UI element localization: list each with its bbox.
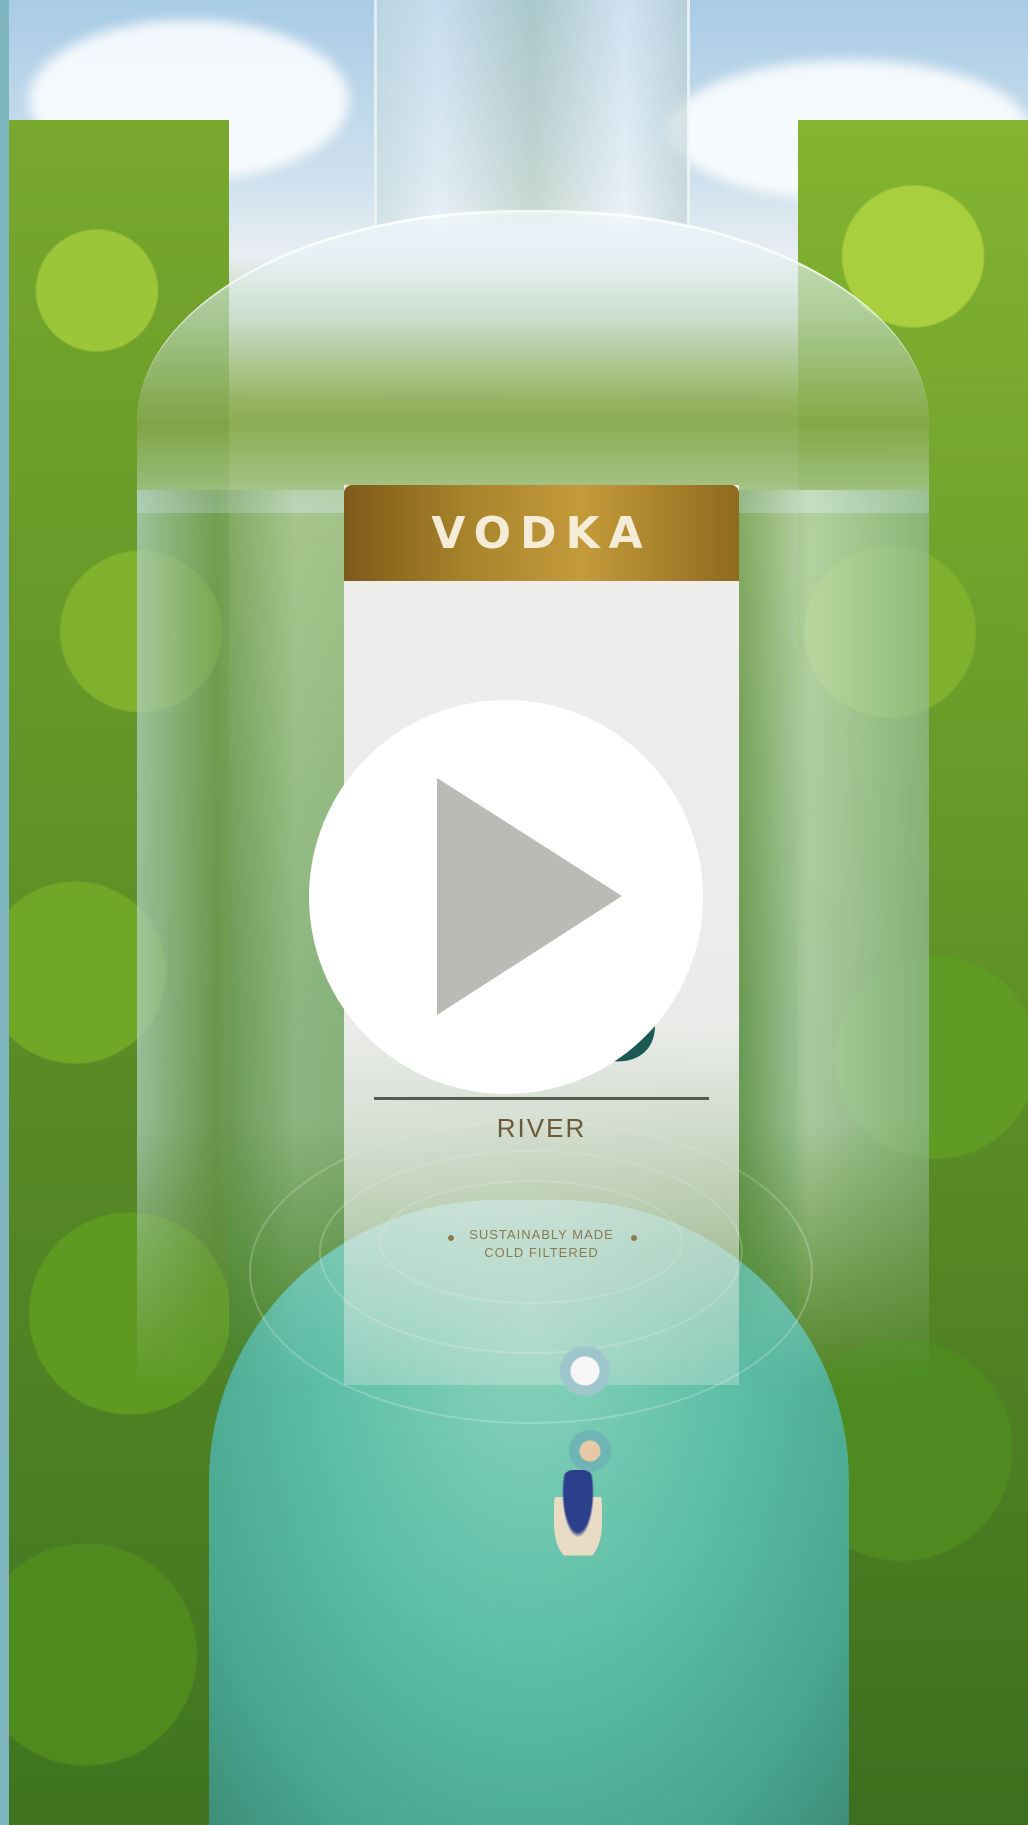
play-icon	[437, 778, 622, 1015]
label-band-text: VODKA	[431, 507, 652, 559]
label-gold-band: VODKA	[344, 485, 739, 581]
label-divider	[374, 1097, 709, 1100]
play-button[interactable]	[309, 700, 703, 1094]
label-sub-text: RIVER	[496, 1113, 587, 1143]
swimmer-figure	[557, 1346, 613, 1396]
label-dot	[631, 1235, 637, 1241]
swimmer-figure	[564, 1428, 616, 1474]
label-tagline-1: SUSTAINABLY MADE	[469, 1227, 614, 1242]
video-player[interactable]: VODKA ECO RIVER SUSTAINABLY MADE COLD FI…	[9, 0, 1028, 1825]
bottle-neck	[374, 0, 690, 225]
swimmer-figure	[554, 1470, 602, 1560]
label-tagline-2: COLD FILTERED	[484, 1245, 599, 1260]
